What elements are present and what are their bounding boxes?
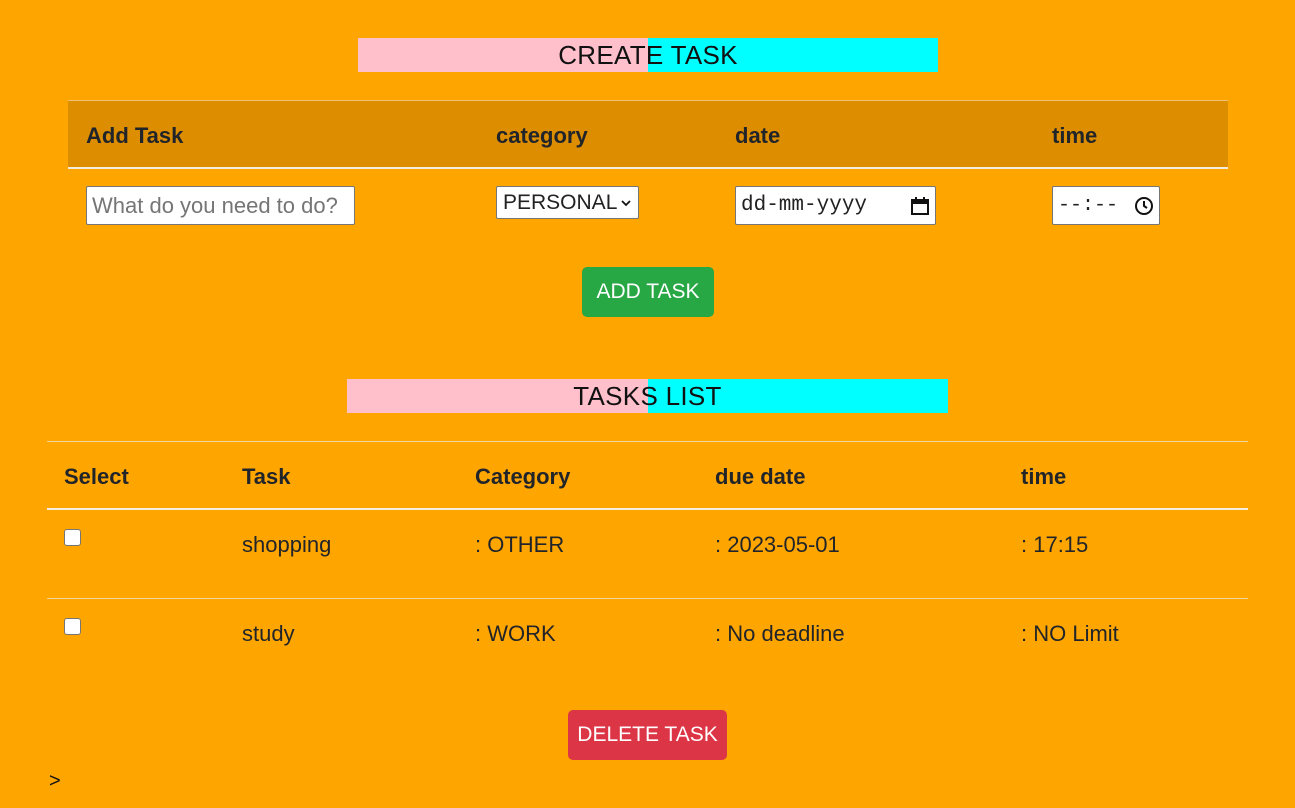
select-checkbox[interactable] <box>64 618 81 635</box>
task-category: : OTHER <box>475 532 565 557</box>
column-task: Task <box>242 464 291 489</box>
tasks-table: Select Task Category due date time shopp… <box>47 441 1248 687</box>
table-row: shopping : OTHER : 2023-05-01 : 17:15 <box>47 510 1248 599</box>
table-row: study : WORK : No deadline : NO Limit <box>47 599 1248 687</box>
footer-text: > <box>49 770 61 792</box>
date-placeholder: dd-mm-yyyy <box>741 194 868 217</box>
tasks-list-title: TASKS LIST <box>573 380 722 411</box>
create-task-title: CREATE TASK <box>558 39 738 70</box>
task-name: shopping <box>242 532 332 557</box>
create-table-header: Add Task category date time <box>68 100 1228 169</box>
tasks-table-header: Select Task Category due date time <box>47 441 1248 510</box>
create-task-table: Add Task category date time <box>68 100 1228 169</box>
task-input[interactable] <box>86 186 355 225</box>
column-add-task: Add Task <box>86 123 184 148</box>
column-select: Select <box>64 464 129 489</box>
task-name: study <box>242 621 295 646</box>
column-category: Category <box>475 464 571 489</box>
add-task-button[interactable]: ADD TASK <box>582 267 714 317</box>
tasks-list-heading: TASKS LIST <box>347 379 948 413</box>
category-selected-value: PERSONAL <box>503 190 618 214</box>
delete-task-button[interactable]: DELETE TASK <box>568 710 727 760</box>
task-time: : NO Limit <box>1021 621 1119 646</box>
time-input[interactable]: --:-- <box>1052 186 1160 225</box>
category-select[interactable]: PERSONAL <box>496 186 639 219</box>
task-category: : WORK <box>475 621 556 646</box>
column-category: category <box>496 123 588 148</box>
todo-page: CREATE TASK Add Task category date time … <box>0 0 1295 808</box>
clock-icon[interactable] <box>1134 196 1154 216</box>
task-due-date: : 2023-05-01 <box>715 532 840 557</box>
column-date: date <box>735 123 781 148</box>
column-time: time <box>1052 123 1098 148</box>
column-time: time <box>1021 464 1067 489</box>
task-due-date: : No deadline <box>715 621 845 646</box>
create-task-heading: CREATE TASK <box>358 38 938 72</box>
chevron-down-icon <box>620 197 632 209</box>
select-checkbox[interactable] <box>64 529 81 546</box>
calendar-icon[interactable] <box>910 196 930 216</box>
date-input[interactable]: dd-mm-yyyy <box>735 186 936 225</box>
column-due-date: due date <box>715 464 806 489</box>
task-time: : 17:15 <box>1021 532 1089 557</box>
time-placeholder: --:-- <box>1058 194 1119 217</box>
